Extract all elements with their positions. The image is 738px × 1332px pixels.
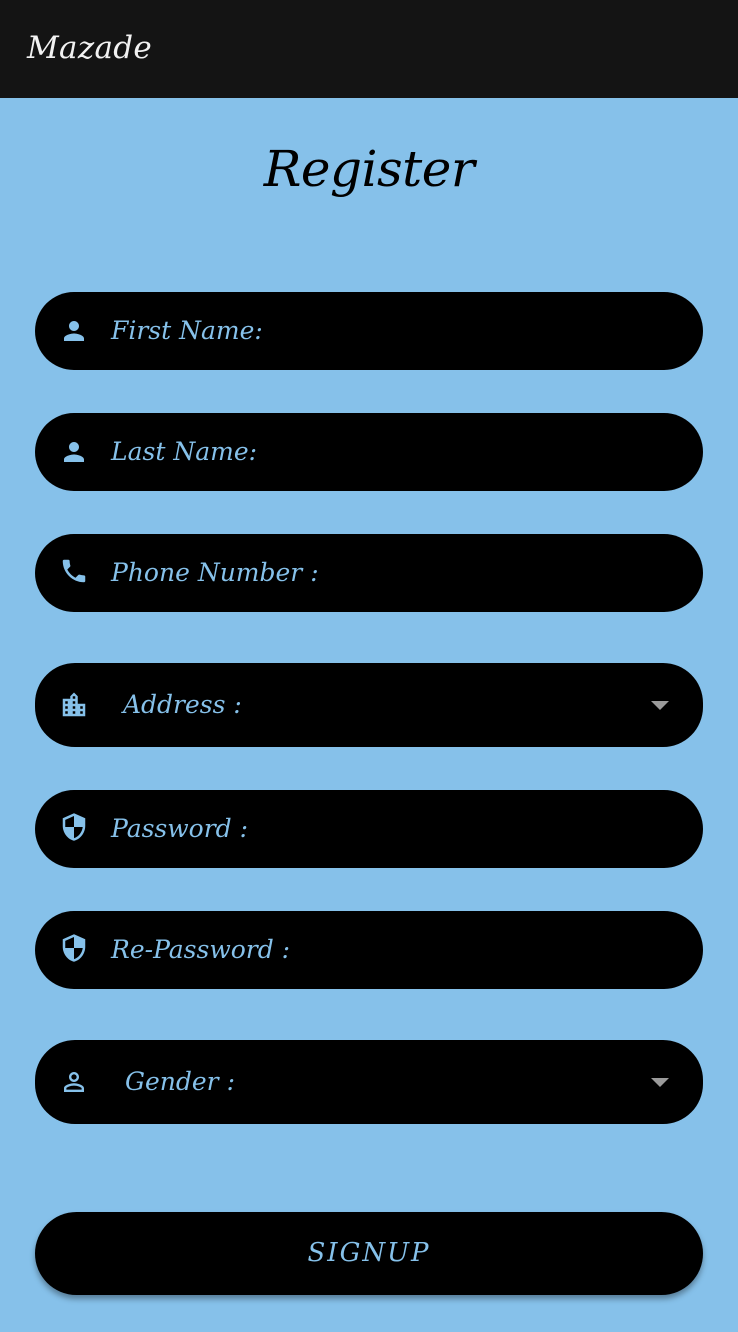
chevron-down-icon [651, 701, 669, 710]
building-icon [59, 690, 89, 720]
app-title: Mazade [27, 30, 153, 66]
password-field[interactable]: Password : [35, 790, 703, 868]
address-dropdown[interactable]: Address : [35, 663, 703, 747]
signup-button[interactable]: SIGNUP [35, 1212, 703, 1295]
person-outline-icon [59, 1067, 89, 1097]
last-name-label: Last Name: [111, 437, 258, 466]
shield-icon [59, 933, 89, 963]
phone-icon [59, 556, 89, 586]
phone-number-label: Phone Number : [111, 558, 319, 587]
phone-number-field[interactable]: Phone Number : [35, 534, 703, 612]
password-label: Password : [111, 814, 249, 843]
re-password-label: Re-Password : [111, 935, 291, 964]
app-bar: Mazade [0, 0, 738, 98]
re-password-field[interactable]: Re-Password : [35, 911, 703, 989]
person-icon [59, 437, 89, 467]
page-title: Register [263, 140, 475, 198]
address-label: Address : [123, 690, 242, 719]
gender-label: Gender : [125, 1067, 235, 1096]
last-name-field[interactable]: Last Name: [35, 413, 703, 491]
shield-icon [59, 812, 89, 842]
first-name-label: First Name: [111, 316, 263, 345]
person-icon [59, 316, 89, 346]
first-name-field[interactable]: First Name: [35, 292, 703, 370]
chevron-down-icon [651, 1078, 669, 1087]
gender-dropdown[interactable]: Gender : [35, 1040, 703, 1124]
